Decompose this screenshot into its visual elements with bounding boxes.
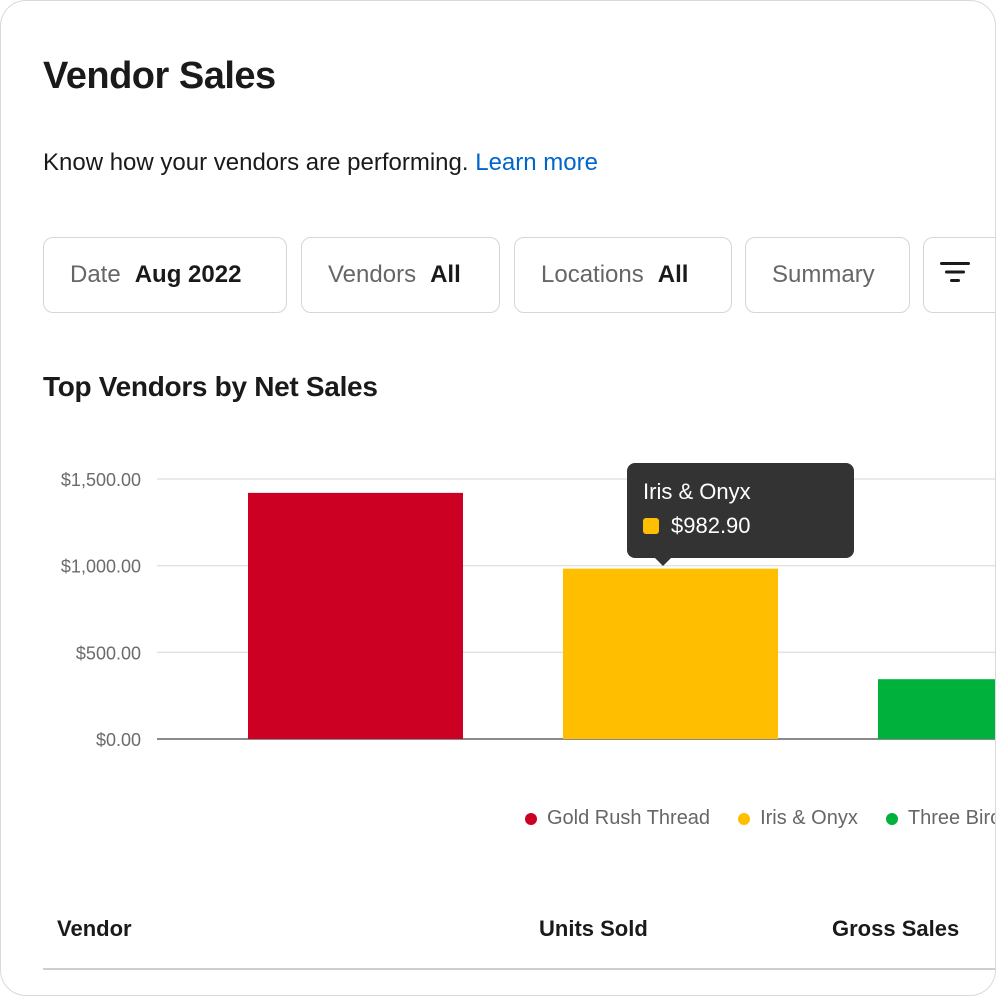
legend-swatch-icon	[738, 812, 751, 825]
tooltip-value-row: $982.90	[643, 513, 838, 539]
locations-filter-label: Locations	[541, 261, 644, 288]
summary-filter-label: Summary	[772, 261, 875, 288]
vendors-filter[interactable]: Vendors All	[301, 237, 500, 313]
chart-title: Top Vendors by Net Sales	[43, 371, 378, 402]
legend-swatch-icon	[525, 812, 537, 825]
legend-label: Iris & Onyx	[760, 807, 858, 829]
chart-legend: Gold Rush Thread Iris & Onyx Three Birc	[525, 807, 996, 830]
bar-three-birc[interactable]	[878, 679, 996, 739]
legend-label: Gold Rush Thread	[547, 807, 711, 829]
chart-bars	[248, 492, 996, 739]
summary-filter[interactable]: Summary	[745, 237, 910, 313]
y-tick-label: $1,500.00	[61, 470, 141, 490]
intro-text: Know how your vendors are performing. Le…	[43, 149, 598, 177]
table-header-divider	[43, 968, 995, 970]
vendors-filter-label: Vendors	[328, 261, 417, 288]
bar-iris-onyx[interactable]	[563, 568, 778, 739]
date-filter-label: Date	[70, 261, 121, 288]
locations-filter[interactable]: Locations All	[514, 237, 732, 313]
legend-swatch-icon	[885, 812, 898, 825]
vendor-sales-card: Vendor Sales Know how your vendors are p…	[0, 0, 996, 996]
tooltip-color-swatch	[643, 518, 659, 534]
intro-description: Know how your vendors are performing.	[43, 149, 469, 176]
y-tick-label: $500.00	[76, 643, 141, 663]
date-filter[interactable]: Date Aug 2022	[43, 237, 287, 313]
vendors-filter-value: All	[430, 261, 461, 288]
chart-tooltip: Iris & Onyx $982.90	[627, 463, 854, 566]
page-title: Vendor Sales	[43, 55, 276, 97]
legend-label: Three Birc	[907, 807, 996, 829]
learn-more-link[interactable]: Learn more	[475, 149, 598, 176]
bar-gold-rush-thread[interactable]	[248, 492, 463, 739]
y-tick-label: $0.00	[96, 730, 141, 750]
legend-item[interactable]: Iris & Onyx	[738, 807, 858, 830]
date-filter-value: Aug 2022	[134, 261, 242, 288]
y-axis-ticks: $0.00 $500.00 $1,000.00 $1,500.00	[61, 470, 141, 750]
filter-lines-icon	[940, 261, 970, 290]
column-header-gross-sales[interactable]: Gross Sales	[832, 916, 959, 942]
locations-filter-value: All	[657, 261, 689, 288]
column-header-units-sold[interactable]: Units Sold	[539, 916, 648, 942]
column-header-vendor[interactable]: Vendor	[57, 916, 132, 942]
filter-menu-button[interactable]	[923, 237, 995, 313]
tooltip-vendor-name: Iris & Onyx	[643, 479, 751, 504]
tooltip-value: $982.90	[671, 513, 751, 538]
y-tick-label: $1,000.00	[61, 557, 141, 577]
legend-item[interactable]: Three Birc	[885, 807, 996, 830]
legend-item[interactable]: Gold Rush Thread	[525, 807, 710, 830]
